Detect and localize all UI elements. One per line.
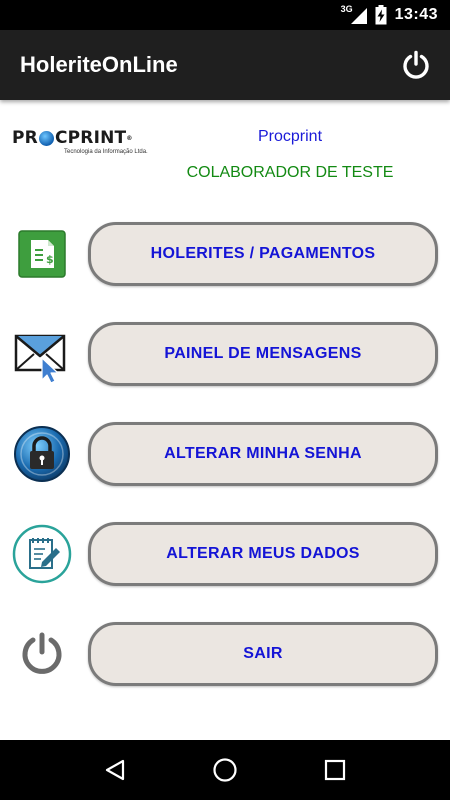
battery-icon (375, 5, 387, 25)
envelope-cursor-icon (12, 324, 72, 384)
app-bar: HoleriteOnLine (0, 30, 450, 100)
payslips-button[interactable]: HOLERITES / PAGAMENTOS (88, 222, 438, 286)
status-bar: 3G 13:43 (0, 0, 450, 30)
messages-button[interactable]: PAINEL DE MENSAGENS (88, 322, 438, 386)
header: PR CPRINT ® Tecnologia da Informação Ltd… (0, 100, 450, 200)
edit-data-button[interactable]: ALTERAR MEUS DADOS (88, 522, 438, 586)
clock: 13:43 (394, 6, 438, 23)
procprint-logo: PR CPRINT ® Tecnologia da Informação Ltd… (12, 128, 148, 162)
app-title: HoleriteOnLine (20, 52, 178, 77)
logo-text-right: CPRINT (54, 128, 127, 148)
recents-button[interactable] (315, 750, 355, 790)
menu-row-edit-data: ALTERAR MEUS DADOS (0, 522, 450, 586)
menu-row-exit: SAIR (0, 622, 450, 686)
logo-text-left: PR (12, 128, 38, 148)
logo-tagline: Tecnologia da Informação Ltda. (64, 149, 148, 155)
user-name: COLABORADOR DE TESTE (186, 164, 394, 181)
company-name: Procprint (257, 128, 323, 145)
registered-mark: ® (126, 134, 133, 142)
signal-icon (350, 8, 367, 24)
padlock-icon (12, 424, 72, 484)
network-indicator: 3G (341, 4, 367, 24)
menu-row-payslips: $ HOLERITES / PAGAMENTOS (0, 222, 450, 286)
menu-row-messages: PAINEL DE MENSAGENS (0, 322, 450, 386)
logout-button[interactable] (400, 49, 432, 81)
back-button[interactable] (95, 750, 135, 790)
back-triangle-icon (105, 759, 125, 781)
power-icon (12, 624, 72, 684)
navigation-bar (0, 740, 450, 800)
svg-text:$: $ (46, 253, 54, 266)
exit-button[interactable]: SAIR (88, 622, 438, 686)
change-password-button[interactable]: ALTERAR MINHA SENHA (88, 422, 438, 486)
recents-square-icon (324, 759, 346, 781)
globe-icon (38, 130, 54, 146)
power-icon (403, 50, 429, 79)
notepad-pencil-icon (12, 524, 72, 584)
menu-row-password: ALTERAR MINHA SENHA (0, 422, 450, 486)
home-button[interactable] (205, 750, 245, 790)
document-money-icon: $ (12, 224, 72, 284)
home-circle-icon (213, 758, 237, 782)
